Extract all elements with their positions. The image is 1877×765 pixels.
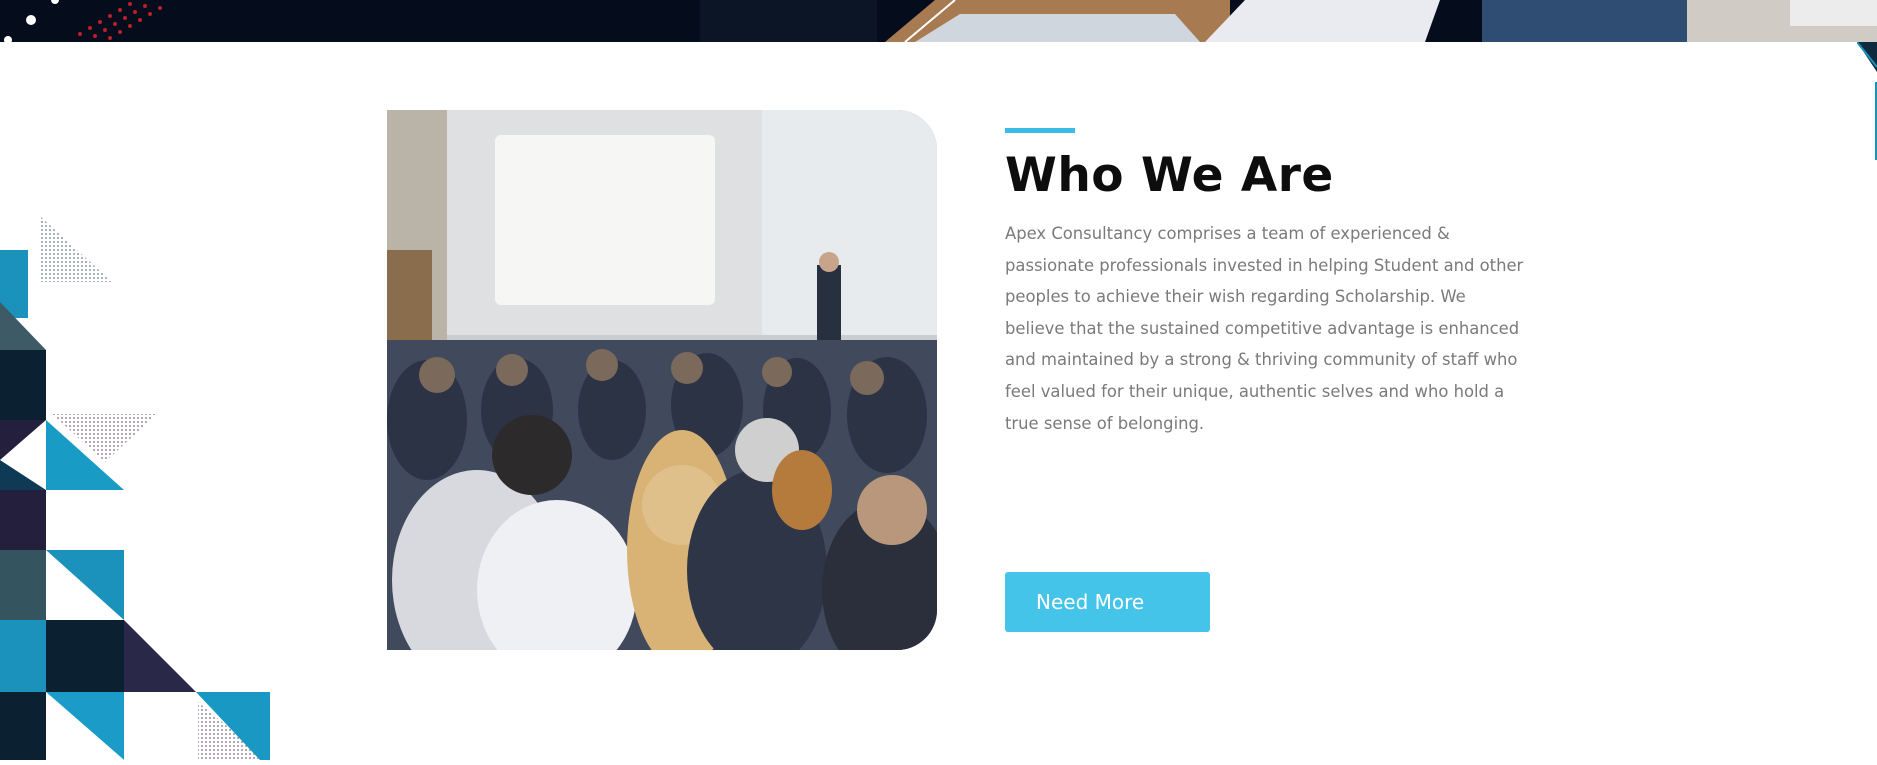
decorative-triangle-pattern (0, 200, 280, 760)
section-heading: Who We Are (1005, 148, 1334, 203)
need-more-button[interactable]: Need More (1005, 572, 1210, 632)
hero-image-strip (0, 0, 1877, 42)
heading-accent-line (1005, 128, 1075, 133)
section-description: Apex Consultancy comprises a team of exp… (1005, 224, 1524, 433)
seminar-audience-photo (387, 110, 937, 650)
decorative-edge-shape (1856, 41, 1877, 202)
